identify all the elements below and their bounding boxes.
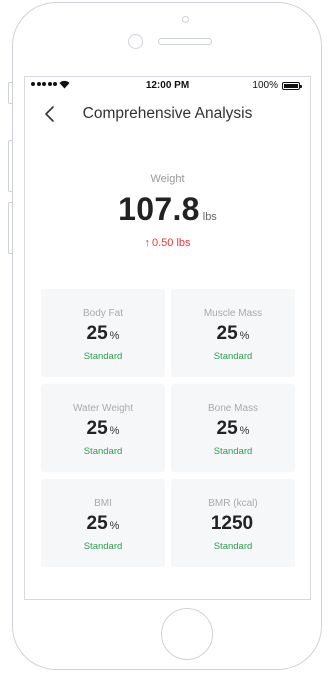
metric-status: Standard xyxy=(213,446,253,457)
battery-icon xyxy=(282,82,302,90)
metric-unit: % xyxy=(109,520,120,532)
metric-status: Standard xyxy=(213,541,253,552)
weight-readout: 107.8 lbs xyxy=(25,191,310,228)
analysis-content: Weight 107.8 lbs ↑ 0.50 lbs Body Fat 25% S… xyxy=(25,133,310,599)
metric-value: 25 xyxy=(216,418,238,439)
front-camera xyxy=(128,34,143,49)
metric-status: Standard xyxy=(83,351,123,362)
weight-change-value: 0.50 lbs xyxy=(151,237,191,249)
mute-switch xyxy=(8,82,12,104)
weight-unit: lbs xyxy=(202,211,217,223)
metric-value-row: 25% xyxy=(41,323,165,345)
metric-value-row: 25% xyxy=(41,513,165,535)
nav-bar: Comprehensive Analysis xyxy=(25,95,310,133)
metric-label: Bone Mass xyxy=(207,403,259,414)
metric-value-row: 1250 xyxy=(171,513,295,535)
weight-change: ↑ 0.50 lbs xyxy=(25,237,310,249)
app-screen: 12:00 PM 100% Comprehensive Analysis Wei… xyxy=(24,76,311,600)
metric-value: 25 xyxy=(86,418,108,439)
volume-down-button xyxy=(8,202,12,254)
weight-label: Weight xyxy=(150,173,185,185)
metric-value: 25 xyxy=(86,323,108,344)
metric-unit: % xyxy=(239,330,250,342)
metrics-grid: Body Fat 25% Standard Muscle Mass 25% St… xyxy=(41,289,295,567)
status-bar: 12:00 PM 100% xyxy=(25,77,310,95)
metric-value: 1250 xyxy=(210,513,254,534)
metric-card-bmr[interactable]: BMR (kcal) 1250 Standard xyxy=(171,479,295,567)
metric-unit: % xyxy=(109,330,120,342)
metric-status: Standard xyxy=(213,351,253,362)
metric-label: Muscle Mass xyxy=(203,308,263,319)
metric-label: Body Fat xyxy=(82,308,124,319)
metric-card-bone-mass[interactable]: Bone Mass 25% Standard xyxy=(171,384,295,472)
metric-unit: % xyxy=(239,425,250,437)
arrow-up-icon: ↑ xyxy=(144,237,150,249)
metric-card-water-weight[interactable]: Water Weight 25% Standard xyxy=(41,384,165,472)
volume-up-button xyxy=(8,140,12,192)
metric-value: 25 xyxy=(86,513,108,534)
metric-label: BMR (kcal) xyxy=(208,498,258,509)
metric-card-muscle-mass[interactable]: Muscle Mass 25% Standard xyxy=(171,289,295,377)
metric-card-body-fat[interactable]: Body Fat 25% Standard xyxy=(41,289,165,377)
metric-card-bmi[interactable]: BMI 25% Standard xyxy=(41,479,165,567)
metric-value: 25 xyxy=(216,323,238,344)
metric-label: BMI xyxy=(94,498,112,509)
sensor-dot xyxy=(182,16,189,23)
metric-label: Water Weight xyxy=(72,403,134,414)
metric-value-row: 25% xyxy=(171,418,295,440)
metric-unit: % xyxy=(109,425,120,437)
metric-value-row: 25% xyxy=(171,323,295,345)
metric-value-row: 25% xyxy=(41,418,165,440)
home-button[interactable] xyxy=(161,608,213,660)
page-title: Comprehensive Analysis xyxy=(82,105,253,122)
earpiece-speaker xyxy=(158,38,212,45)
weight-value: 107.8 xyxy=(118,191,200,227)
battery-percent: 100% xyxy=(252,80,278,91)
metric-status: Standard xyxy=(83,541,123,552)
metric-status: Standard xyxy=(83,446,123,457)
